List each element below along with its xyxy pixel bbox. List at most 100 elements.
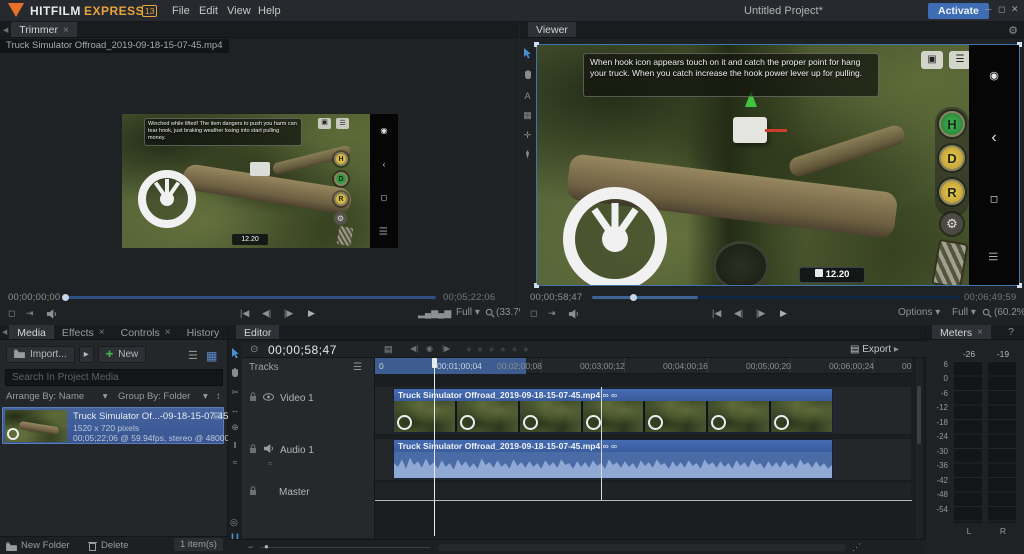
vscrollbar-thumb[interactable]: [917, 386, 921, 444]
viewer-playhead-handle[interactable]: [630, 294, 637, 301]
envelope-tool-icon[interactable]: ≈: [233, 457, 238, 467]
delete-icon[interactable]: [88, 541, 97, 554]
slip-tool-icon[interactable]: ⊕: [231, 422, 238, 433]
select-tool-icon[interactable]: [231, 348, 240, 361]
resize-grip-icon[interactable]: ⋰: [852, 542, 861, 553]
frame-forward-icon[interactable]: |▶: [284, 308, 293, 319]
select-tool-icon[interactable]: [523, 48, 532, 61]
tab-close-icon[interactable]: ×: [63, 25, 69, 36]
list-view-icon[interactable]: ☰: [188, 349, 198, 362]
grid-view-icon[interactable]: ▦: [206, 349, 217, 363]
frame-forward-icon[interactable]: |▶: [756, 308, 765, 319]
move-tool-icon[interactable]: ✛: [524, 130, 532, 141]
frame-back-icon[interactable]: ◀|: [734, 308, 743, 319]
zoom-magnifier-icon[interactable]: [485, 308, 495, 320]
panel-scroll-left-icon[interactable]: ◂: [0, 22, 11, 37]
new-folder-button[interactable]: New Folder: [21, 540, 70, 551]
mute-icon[interactable]: [46, 309, 57, 321]
activate-button[interactable]: Activate: [928, 3, 989, 19]
histogram-icon[interactable]: ▂▄▆: [418, 308, 438, 319]
import-dropdown-button[interactable]: ▸: [78, 346, 94, 363]
menu-help[interactable]: Help: [258, 5, 281, 17]
viewer-options-select[interactable]: Options ▾: [898, 307, 940, 318]
menu-edit[interactable]: Edit: [199, 5, 218, 17]
editor-hscrollbar[interactable]: [438, 544, 846, 551]
orbit-tool-icon[interactable]: ◎: [230, 517, 238, 528]
export-button[interactable]: ▤ Export ▸: [850, 344, 899, 355]
levels-icon[interactable]: ▄▆: [438, 308, 451, 319]
minimize-button[interactable]: ─: [985, 4, 991, 14]
hand-tool-icon[interactable]: [523, 70, 533, 82]
viewer-fit-select[interactable]: Full ▾: [952, 307, 976, 318]
viewer-zoom-select[interactable]: (60.2%): [994, 307, 1024, 318]
text-tool-icon[interactable]: A: [524, 91, 530, 101]
tab-meters[interactable]: Meters ×: [932, 325, 991, 339]
go-to-start-icon[interactable]: |◀: [240, 308, 249, 319]
trimmer-seek-bar[interactable]: [62, 294, 436, 301]
go-to-start-icon[interactable]: |◀: [712, 308, 721, 319]
play-icon[interactable]: ▶: [780, 308, 787, 319]
next-keyframe-icon[interactable]: |▶: [442, 344, 450, 353]
import-button[interactable]: Import...: [6, 346, 75, 363]
audio-sync-icon[interactable]: ≈: [268, 459, 272, 468]
tab-close-icon[interactable]: ×: [99, 327, 105, 338]
zoom-out-icon[interactable]: −: [248, 542, 253, 552]
tab-close-icon[interactable]: ×: [977, 327, 983, 338]
lock-icon[interactable]: [249, 444, 257, 456]
video-track-header[interactable]: Video 1: [241, 391, 375, 405]
loop-icon[interactable]: ◻: [8, 308, 15, 319]
search-input[interactable]: [5, 369, 223, 386]
tab-controls[interactable]: Controls ×: [113, 325, 179, 339]
timeline-ruler[interactable]: 0 00;01;00;04 00;02;00;08 00;03;00;12 00…: [375, 358, 912, 374]
timeline-playhead[interactable]: [434, 358, 435, 536]
lock-icon[interactable]: [249, 392, 257, 404]
viewer-video-frame[interactable]: When hook icon appears touch on it and c…: [534, 42, 1022, 288]
speaker-icon[interactable]: [263, 444, 274, 456]
viewer-seek-bar[interactable]: [592, 294, 960, 301]
frame-back-icon[interactable]: ◀|: [262, 308, 271, 319]
new-button[interactable]: ✚ New: [97, 346, 147, 363]
tab-effects[interactable]: Effects ×: [54, 325, 113, 339]
editor-vscrollbar[interactable]: [916, 358, 922, 538]
audio-track-header[interactable]: Audio 1: [241, 443, 375, 457]
dropper-tool-icon[interactable]: [523, 150, 532, 162]
arrange-by-select[interactable]: Arrange By: Name ▾: [6, 391, 108, 402]
prev-keyframe-icon[interactable]: ◀|: [410, 344, 418, 353]
export-frame-icon[interactable]: ⇥: [26, 308, 34, 319]
tracks-menu-icon[interactable]: ☰: [353, 362, 362, 373]
sort-direction-icon[interactable]: ↕: [216, 391, 221, 402]
menu-view[interactable]: View: [227, 5, 251, 17]
group-by-select[interactable]: Group By: Folder ▾: [118, 391, 208, 402]
razor-tool-icon[interactable]: ✂: [231, 387, 238, 398]
tab-viewer[interactable]: Viewer: [528, 22, 576, 37]
export-frame-icon[interactable]: ⇥: [548, 308, 556, 319]
panel-scroll-left-icon[interactable]: ◂: [0, 325, 9, 339]
media-search[interactable]: [5, 369, 223, 386]
maximize-button[interactable]: ◻: [998, 4, 1005, 15]
eye-icon[interactable]: [263, 392, 274, 404]
tab-history[interactable]: History: [179, 325, 228, 339]
video-clip[interactable]: Truck Simulator Offroad_2019-09-18-15-07…: [393, 388, 833, 433]
new-folder-icon[interactable]: [6, 542, 17, 554]
playhead-grip[interactable]: [432, 358, 437, 368]
master-lane[interactable]: [375, 483, 911, 499]
panel-gear-icon[interactable]: ⚙: [1008, 24, 1018, 37]
loop-icon[interactable]: ◻: [530, 308, 537, 319]
zoom-magnifier-icon[interactable]: [982, 308, 992, 320]
close-button[interactable]: ✕: [1011, 4, 1019, 15]
delete-button[interactable]: Delete: [101, 540, 128, 551]
lock-icon[interactable]: [249, 486, 257, 498]
timeline-zoom-slider[interactable]: [260, 547, 430, 548]
play-icon[interactable]: ▶: [308, 308, 315, 319]
channels-tool-icon[interactable]: ▦: [523, 110, 532, 121]
panel-help-icon[interactable]: ?: [1000, 325, 1022, 338]
tab-media[interactable]: Media: [9, 325, 54, 339]
trimmer-fit-select[interactable]: Full ▾: [456, 307, 480, 318]
hand-tool-icon[interactable]: [230, 368, 240, 380]
timeline-option-buttons[interactable]: ●●●●●●: [466, 344, 535, 354]
mute-icon[interactable]: [568, 309, 579, 321]
trimmer-playhead-handle[interactable]: [62, 294, 69, 301]
menu-file[interactable]: File: [172, 5, 190, 17]
zoom-slider-handle[interactable]: ●: [264, 542, 269, 551]
ripple-tool-icon[interactable]: ↔: [231, 405, 240, 415]
